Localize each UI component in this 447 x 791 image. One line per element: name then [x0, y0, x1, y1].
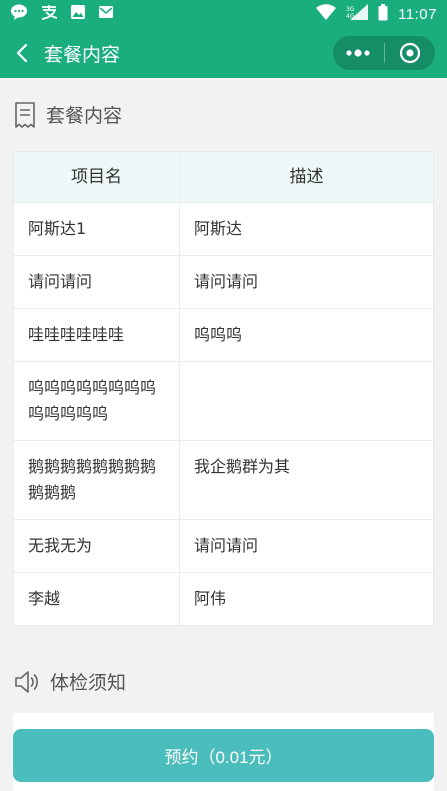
svg-text:4G: 4G: [346, 13, 355, 20]
column-header-name: 项目名: [14, 152, 180, 202]
message-bubble-icon: [10, 4, 28, 24]
notice-section-header: 体检须知: [14, 668, 126, 695]
item-desc: 阿伟: [194, 589, 227, 608]
close-miniprogram-button[interactable]: [385, 36, 436, 70]
status-bar-right: 3G 4G 11:07: [316, 3, 437, 25]
column-header-desc: 描述: [289, 167, 324, 187]
more-dots-icon: [346, 49, 370, 57]
item-desc: 我企鹅群为其: [194, 457, 291, 476]
table-header-row: 项目名 描述: [14, 152, 433, 203]
item-desc: [180, 362, 433, 440]
table-row: 哇哇哇哇哇哇 呜呜呜: [14, 309, 433, 362]
table-row: 请问请问 请问请问: [14, 256, 433, 309]
table-row: 无我无为 请问请问: [14, 520, 433, 573]
package-section-title: 套餐内容: [46, 105, 123, 127]
svg-text:3G: 3G: [346, 6, 355, 13]
cell-signal-icon: 3G 4G: [346, 4, 369, 24]
item-name: 呜呜呜呜呜呜呜呜呜呜呜呜呜: [14, 362, 180, 440]
item-name: 李越: [14, 573, 180, 625]
book-button[interactable]: 预约（0.01元）: [13, 729, 434, 782]
wifi-icon: [316, 4, 337, 24]
item-name: 无我无为: [14, 520, 180, 572]
target-circle-icon: [399, 42, 420, 64]
battery-icon: [378, 3, 388, 25]
item-name: 阿斯达1: [14, 203, 180, 255]
alipay-icon: [40, 4, 58, 24]
item-name: 请问请问: [14, 256, 180, 308]
page-title: 套餐内容: [44, 43, 121, 66]
item-desc: 呜呜呜: [194, 325, 243, 344]
item-desc: 请问请问: [194, 536, 259, 555]
table-row: 呜呜呜呜呜呜呜呜呜呜呜呜呜: [14, 362, 433, 441]
status-bar-left: [10, 4, 114, 24]
image-icon: [70, 4, 86, 24]
package-section-header: 套餐内容: [14, 101, 122, 128]
item-desc: 请问请问: [194, 272, 259, 291]
miniprogram-capsule: [333, 36, 435, 70]
speaker-icon: [15, 670, 38, 693]
status-time: 11:07: [398, 5, 437, 23]
chevron-left-icon: [16, 43, 28, 63]
item-name: 哇哇哇哇哇哇: [14, 309, 180, 361]
mail-icon: [98, 4, 114, 24]
receipt-icon: [15, 101, 35, 128]
table-row: 鹅鹅鹅鹅鹅鹅鹅鹅鹅鹅鹅 我企鹅群为其: [14, 441, 433, 520]
table-row: 阿斯达1 阿斯达: [14, 203, 433, 256]
nav-bar: 套餐内容: [0, 28, 447, 78]
item-name: 鹅鹅鹅鹅鹅鹅鹅鹅鹅鹅鹅: [14, 441, 180, 519]
package-table: 项目名 描述 阿斯达1 阿斯达 请问请问 请问请问 哇哇哇哇哇哇 呜呜呜 呜呜呜…: [13, 151, 434, 626]
more-button[interactable]: [333, 36, 384, 70]
status-bar: 3G 4G 11:07: [0, 0, 447, 28]
notice-section-title: 体检须知: [50, 672, 127, 694]
item-desc: 阿斯达: [194, 219, 243, 238]
table-row: 李越 阿伟: [14, 573, 433, 625]
back-button[interactable]: [2, 28, 42, 78]
